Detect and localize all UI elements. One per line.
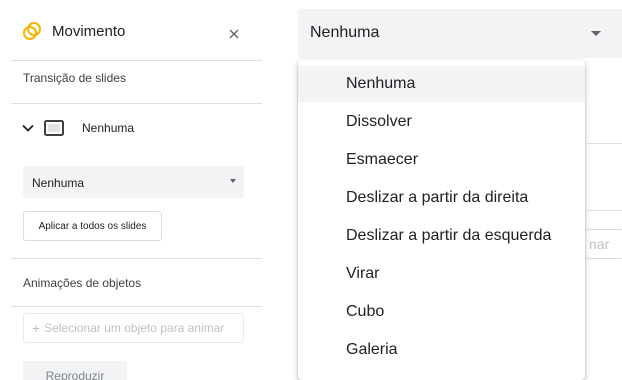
- transition-section-label: Transição de slides: [23, 71, 126, 85]
- background-button-partial: nar: [584, 229, 622, 259]
- dropdown-caret-icon: [591, 31, 601, 36]
- motion-side-panel: Movimento Transição de slides Nenhuma Ne…: [0, 0, 262, 380]
- plus-icon: +: [32, 320, 41, 336]
- transition-type-select[interactable]: Nenhuma: [23, 166, 244, 198]
- current-transition-name: Nenhuma: [82, 121, 135, 135]
- section-divider: [11, 306, 262, 307]
- motion-screenshot: Movimento Transição de slides Nenhuma Ne…: [0, 0, 622, 380]
- select-object-button[interactable]: + Selecionar um objeto para animar: [23, 313, 244, 343]
- play-button[interactable]: Reproduzir: [23, 361, 127, 380]
- menu-item-nenhuma[interactable]: Nenhuma: [298, 66, 585, 102]
- panel-header: Movimento: [0, 0, 262, 60]
- menu-item-virar[interactable]: Virar: [298, 256, 585, 292]
- zoomed-dropdown-area: Nenhuma nar Nenhuma Dissolver Esmaecer Desl…: [262, 0, 622, 380]
- menu-item-deslizar-a-partir-da-esquerda[interactable]: Deslizar a partir da esquerda: [298, 218, 585, 254]
- background-button-partial-text: nar: [589, 236, 610, 252]
- dropdown-caret-icon: [230, 179, 236, 183]
- transition-type-select-zoomed[interactable]: Nenhuma: [298, 9, 622, 58]
- panel-title: Movimento: [52, 23, 126, 40]
- close-icon[interactable]: [229, 29, 239, 39]
- menu-item-cubo[interactable]: Cubo: [298, 294, 585, 330]
- menu-item-esmaecer[interactable]: Esmaecer: [298, 142, 585, 178]
- menu-item-deslizar-a-partir-da-direita[interactable]: Deslizar a partir da direita: [298, 180, 585, 216]
- close-button[interactable]: [222, 22, 246, 46]
- transition-type-value-zoomed: Nenhuma: [310, 24, 380, 41]
- header-divider: [11, 60, 262, 61]
- transition-dropdown-menu: Nenhuma Dissolver Esmaecer Deslizar a parti…: [298, 60, 585, 380]
- menu-item-galeria[interactable]: Galeria: [298, 332, 585, 368]
- section-divider: [11, 103, 262, 104]
- background-divider: [587, 143, 622, 144]
- motion-logo-icon: [23, 22, 41, 40]
- apply-to-all-slides-button[interactable]: Aplicar a todos os slides: [23, 211, 162, 241]
- transition-type-value: Nenhuma: [32, 176, 85, 190]
- menu-item-dissolver[interactable]: Dissolver: [298, 104, 585, 140]
- transition-row[interactable]: Nenhuma: [20, 116, 134, 140]
- background-divider: [587, 210, 622, 211]
- slide-icon: [44, 120, 64, 136]
- section-divider: [11, 258, 262, 259]
- select-object-label: Selecionar um objeto para animar: [44, 321, 225, 335]
- chevron-down-icon[interactable]: [20, 120, 36, 136]
- object-animations-label: Animações de objetos: [23, 276, 142, 290]
